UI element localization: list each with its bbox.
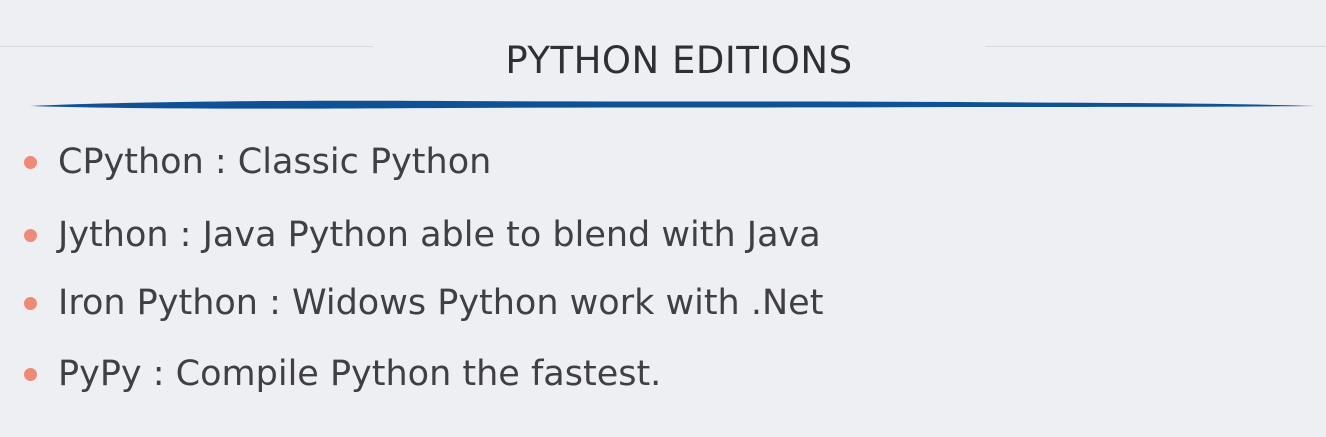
bullet-text: Jython : Java Python able to blend with … — [58, 215, 821, 255]
bullet-item: Jython : Java Python able to blend with … — [24, 209, 821, 261]
bullet-text: Iron Python : Widows Python work with .N… — [58, 283, 824, 323]
slide: PYTHON EDITIONS CPython : Classic Python… — [0, 0, 1326, 437]
bullet-item: PyPy : Compile Python the fastest. — [24, 348, 661, 400]
bullet-item: Iron Python : Widows Python work with .N… — [24, 277, 823, 329]
bullet-text: CPython : Classic Python — [58, 142, 492, 182]
bullet-dot-icon — [24, 367, 37, 381]
title-brush-stroke — [30, 100, 1316, 109]
bullet-text: PyPy : Compile Python the fastest. — [58, 354, 662, 394]
bullet-dot-icon — [24, 296, 37, 310]
title-rule-left — [0, 46, 373, 47]
bullet-item: CPython : Classic Python — [24, 136, 491, 188]
title-rule-right — [985, 46, 1326, 47]
slide-title: PYTHON EDITIONS — [505, 39, 853, 82]
bullet-dot-icon — [24, 155, 37, 169]
bullet-dot-icon — [24, 228, 37, 242]
